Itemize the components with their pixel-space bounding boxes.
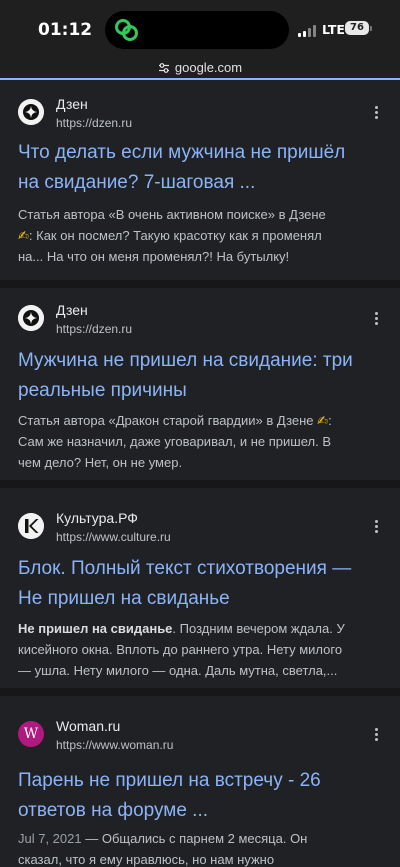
site-name: Дзен <box>56 96 88 112</box>
title-line[interactable]: Блок. Полный текст стихотворения — <box>18 554 382 584</box>
dynamic-island <box>105 11 289 49</box>
result-title-link[interactable]: Что делать если мужчина не пришёл на сви… <box>18 138 382 198</box>
snippet-line: — ушла. Нету милого — одна. Даль мутна, … <box>18 663 338 678</box>
search-result: Культура.РФ https://www.culture.ru Блок.… <box>0 480 400 688</box>
signal-icon <box>298 25 318 37</box>
snippet-line: Jul 7, 2021 — Общались с парнем 2 месяца… <box>18 831 308 846</box>
title-line[interactable]: на свидание? 7-шаговая ... <box>18 168 382 198</box>
address-bar[interactable]: google.com <box>0 58 400 78</box>
battery-icon: 76 <box>345 21 369 35</box>
more-vert-icon[interactable] <box>370 518 382 536</box>
search-result: W Woman.ru https://www.woman.ru Парень н… <box>0 688 400 867</box>
site-url: https://dzen.ru <box>56 322 133 336</box>
site-name: Woman.ru <box>56 718 121 734</box>
dzen-logo-icon <box>18 99 44 125</box>
site-name: Культура.РФ <box>56 510 138 526</box>
writing-hand-emoji: ✍ <box>317 413 329 428</box>
site-name: Дзен <box>56 302 88 318</box>
site-url: https://dzen.ru <box>56 116 133 130</box>
status-bar: 01:12 LTE 76 <box>0 0 400 58</box>
snippet-line: Сам же назначил, даже уговаривал, и не п… <box>18 434 331 449</box>
title-line[interactable]: реальные причины <box>18 376 382 406</box>
woman-logo-icon: W <box>18 721 44 747</box>
snippet-line: Не пришел на свиданье. Поздним вечером ж… <box>18 621 345 636</box>
dzen-logo-icon <box>18 305 44 331</box>
battery-cap <box>370 26 372 31</box>
title-line[interactable]: Что делать если мужчина не пришёл <box>18 138 382 168</box>
site-url: https://www.woman.ru <box>56 738 174 752</box>
site-url: https://www.culture.ru <box>56 530 171 544</box>
title-line[interactable]: Не пришел на свиданье <box>18 584 382 614</box>
snippet-line: Статья автора «Дракон старой гвардии» в … <box>18 413 332 428</box>
title-line[interactable]: Мужчина не пришел на свидание: три <box>18 346 382 376</box>
snippet-line: сказал, что я ему нравлюсь, но нам нужно <box>18 852 275 867</box>
snippet-line: ✍: Как он посмел? Такую красотку как я п… <box>18 228 322 243</box>
site-settings-icon[interactable] <box>158 62 170 74</box>
more-vert-icon[interactable] <box>370 726 382 744</box>
more-vert-icon[interactable] <box>370 104 382 122</box>
snippet-date: Jul 7, 2021 <box>18 831 82 846</box>
island-link-icon <box>115 19 138 41</box>
result-source[interactable]: Дзен https://dzen.ru <box>18 96 382 136</box>
snippet-line: на... На что он меня променял?! На бутыл… <box>18 249 290 264</box>
result-snippet: Не пришел на свиданье. Поздним вечером ж… <box>18 618 382 681</box>
result-title-link[interactable]: Мужчина не пришел на свидание: три реаль… <box>18 346 382 406</box>
result-title-link[interactable]: Блок. Полный текст стихотворения — Не пр… <box>18 554 382 614</box>
search-result: Дзен https://dzen.ru Мужчина не пришел н… <box>0 280 400 480</box>
status-time: 01:12 <box>38 20 93 40</box>
result-source[interactable]: W Woman.ru https://www.woman.ru <box>18 718 382 758</box>
network-type: LTE <box>322 22 345 37</box>
result-snippet: Jul 7, 2021 — Общались с парнем 2 месяца… <box>18 828 382 867</box>
snippet-line: кисейного окна. Вплоть до раннего утра. … <box>18 642 343 657</box>
result-snippet: Статья автора «В очень активном поиске» … <box>18 204 382 267</box>
title-line[interactable]: Парень не пришел на встречу - 26 <box>18 766 382 796</box>
url-text[interactable]: google.com <box>175 60 242 75</box>
writing-hand-emoji: ✍ <box>18 228 29 243</box>
kultura-logo-icon <box>18 513 44 539</box>
result-source[interactable]: Культура.РФ https://www.culture.ru <box>18 510 382 550</box>
more-vert-icon[interactable] <box>370 310 382 328</box>
snippet-line: Статья автора «В очень активном поиске» … <box>18 207 326 222</box>
result-snippet: Статья автора «Дракон старой гвардии» в … <box>18 410 382 473</box>
result-title-link[interactable]: Парень не пришел на встречу - 26 ответов… <box>18 766 382 826</box>
snippet-line: чем дело? Нет, он не умер. <box>18 455 183 470</box>
search-result: Дзен https://dzen.ru Что делать если муж… <box>0 80 400 280</box>
title-line[interactable]: ответов на форуме ... <box>18 796 382 826</box>
result-source[interactable]: Дзен https://dzen.ru <box>18 302 382 342</box>
